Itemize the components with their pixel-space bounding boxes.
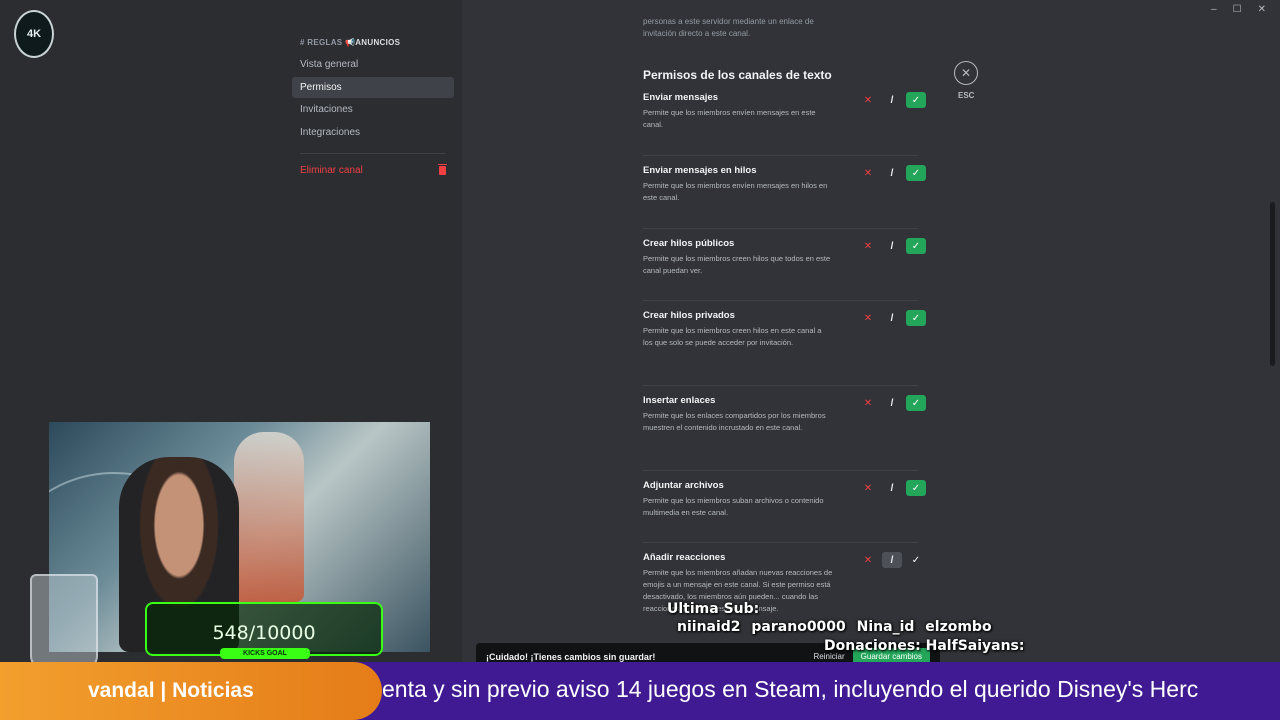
section-title: Permisos de los canales de texto — [643, 68, 832, 82]
deny-toggle[interactable]: ✕ — [858, 310, 878, 326]
neutral-toggle[interactable]: / — [882, 310, 902, 326]
permission-row: Enviar mensajes Permite que los miembros … — [643, 92, 926, 156]
permission-toggle-group: ✕ / ✓ — [858, 238, 926, 254]
astronaut-figure — [234, 432, 304, 602]
ticker-text: enta y sin previo aviso 14 juegos en Ste… — [382, 676, 1199, 702]
megaphone-icon: 📢 — [344, 38, 356, 47]
donations-label: Donaciones: HalfSaiyans: — [824, 638, 1025, 654]
allow-toggle[interactable]: ✓ — [906, 480, 926, 496]
close-icon[interactable]: ✕ — [954, 61, 978, 85]
permission-divider — [643, 542, 918, 543]
sidebar-item-permissions[interactable]: Permisos — [292, 76, 454, 98]
allow-toggle[interactable]: ✓ — [906, 552, 926, 568]
neutral-toggle[interactable]: / — [882, 480, 902, 496]
permission-row: Adjuntar archivos Permite que los miembro… — [643, 480, 926, 543]
sidebar-item-overview[interactable]: Vista general — [292, 54, 454, 75]
cup-graphic — [30, 574, 98, 670]
permission-row: Crear hilos públicos Permite que los miem… — [643, 238, 926, 301]
permission-divider — [643, 300, 918, 301]
maximize-icon[interactable]: ☐ — [1233, 4, 1242, 15]
permission-row: Enviar mensajes en hilos Permite que los … — [643, 165, 926, 229]
permission-toggle-group: ✕ / ✓ — [858, 395, 926, 411]
allow-toggle[interactable]: ✓ — [906, 92, 926, 108]
permission-toggle-group: ✕ / ✓ — [858, 165, 926, 181]
deny-toggle[interactable]: ✕ — [858, 480, 878, 496]
allow-toggle[interactable]: ✓ — [906, 310, 926, 326]
permission-description: Permite que los miembros creen hilos que… — [643, 254, 831, 275]
permission-row: Crear hilos privados Permite que los miem… — [643, 310, 926, 386]
kicks-goal-label: KICKS GOAL — [220, 648, 310, 659]
neutral-toggle[interactable]: / — [882, 552, 902, 568]
deny-toggle[interactable]: ✕ — [858, 238, 878, 254]
trash-icon — [438, 163, 447, 175]
permission-toggle-group: ✕ / ✓ — [858, 552, 926, 568]
permission-toggle-group: ✕ / ✓ — [858, 92, 926, 108]
deny-toggle[interactable]: ✕ — [858, 165, 878, 181]
sidebar-divider — [300, 152, 446, 154]
permission-description: Permite que los miembros envíen mensajes… — [643, 108, 816, 129]
scrollbar[interactable] — [1270, 202, 1275, 366]
channel-name: REGLAS — [307, 38, 343, 47]
permission-description: Permite que los miembros envíen mensajes… — [643, 181, 828, 202]
deny-toggle[interactable]: ✕ — [858, 395, 878, 411]
deny-toggle[interactable]: ✕ — [858, 552, 878, 568]
neutral-toggle[interactable]: / — [882, 395, 902, 411]
deny-toggle[interactable]: ✕ — [858, 92, 878, 108]
neutral-toggle[interactable]: / — [882, 238, 902, 254]
minimize-icon[interactable]: – — [1211, 4, 1217, 15]
permission-description: Permite que los enlaces compartidos por … — [643, 411, 826, 432]
permission-description: Permite que los miembros creen hilos en … — [643, 326, 822, 347]
delete-channel-label: Eliminar canal — [300, 164, 363, 176]
channel-header: # REGLAS 📢ANUNCIOS — [292, 38, 454, 47]
neutral-toggle[interactable]: / — [882, 165, 902, 181]
permission-toggle-group: ✕ / ✓ — [858, 310, 926, 326]
allow-toggle[interactable]: ✓ — [906, 238, 926, 254]
unsaved-message: ¡Cuidado! ¡Tienes cambios sin guardar! — [486, 651, 656, 662]
allow-toggle[interactable]: ✓ — [906, 165, 926, 181]
sidebar-item-invites[interactable]: Invitaciones — [292, 99, 454, 120]
permission-row: Insertar enlaces Permite que los enlaces … — [643, 395, 926, 471]
permission-divider — [643, 470, 918, 471]
server-logo-text: 4K — [26, 28, 42, 40]
last-sub-title: Ultima Sub: — [667, 601, 760, 617]
allow-toggle[interactable]: ✓ — [906, 395, 926, 411]
permission-divider — [643, 385, 918, 386]
sidebar-item-integrations[interactable]: Integraciones — [292, 122, 454, 143]
permission-divider — [643, 155, 918, 156]
window-controls: – ☐ ✕ — [1211, 4, 1266, 15]
settings-sidebar: # REGLAS 📢ANUNCIOS Vista general Permiso… — [292, 38, 454, 181]
intro-text: personas a este servidor mediante un enl… — [643, 17, 814, 38]
permission-divider — [643, 228, 918, 229]
last-subs-list: niinaid2 parano0000 Nina_id elzombo — [677, 619, 992, 635]
hash-icon: # — [300, 38, 305, 47]
channel-sub: ANUNCIOS — [355, 38, 401, 47]
permission-toggle-group: ✕ / ✓ — [858, 480, 926, 496]
ticker-brand: vandal | Noticias — [0, 662, 382, 720]
news-ticker: vandal | Noticias enta y sin previo avis… — [0, 662, 1280, 720]
esc-label: ESC — [958, 91, 975, 100]
close-window-icon[interactable]: ✕ — [1258, 4, 1266, 15]
neutral-toggle[interactable]: / — [882, 92, 902, 108]
delete-channel-button[interactable]: Eliminar canal — [292, 160, 454, 181]
server-logo[interactable]: 4K — [14, 10, 54, 58]
kicks-goal-value: 548/10000 — [212, 622, 316, 644]
permission-description: Permite que los miembros suban archivos … — [643, 496, 824, 517]
